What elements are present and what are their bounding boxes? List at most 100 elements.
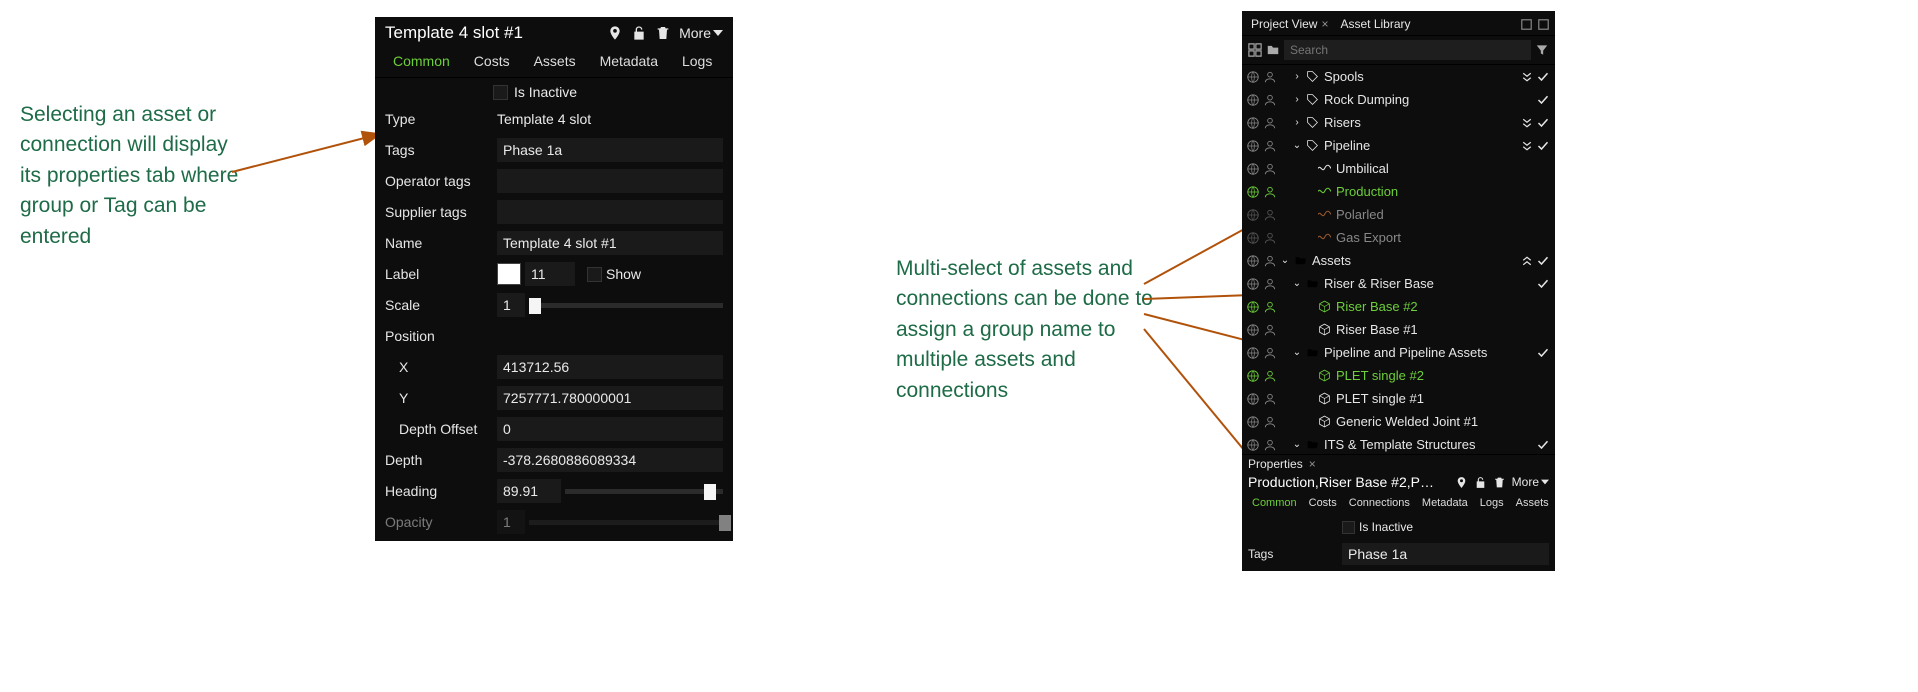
tree-row[interactable]: PLET single #1 [1242,387,1555,410]
properties-titlebar: Template 4 slot #1 More [375,17,733,47]
caret-down-icon [1541,478,1549,486]
detach-icon[interactable] [1538,19,1549,30]
tab-metadata[interactable]: Metadata [588,47,670,77]
hierarchy-icon[interactable] [1248,43,1262,57]
tab-connections[interactable]: Connections [1343,493,1416,513]
tree-item-label: Gas Export [1336,230,1401,245]
tree-row[interactable]: Production [1242,180,1555,203]
close-icon[interactable]: × [1309,457,1316,471]
globe-icon [1246,277,1260,291]
tab-asset-library[interactable]: Asset Library [1338,15,1414,33]
tags-input[interactable] [497,138,723,162]
globe-icon [1246,162,1260,176]
tab-assets[interactable]: Assets [1510,493,1555,513]
tab-common[interactable]: Common [1246,493,1303,513]
check-icon[interactable] [1537,94,1549,106]
x-input[interactable] [497,355,723,379]
tab-costs[interactable]: Costs [1303,493,1343,513]
check-icon[interactable] [1537,439,1549,451]
tree-row[interactable]: ⌄Pipeline and Pipeline Assets [1242,341,1555,364]
operator-tags-input[interactable] [497,169,723,193]
show-checkbox[interactable] [587,267,602,282]
heading-input[interactable] [497,479,561,503]
opacity-slider[interactable] [529,520,723,525]
check-icon[interactable] [1537,278,1549,290]
trash-icon[interactable] [1493,476,1506,489]
filter-icon[interactable] [1535,43,1549,57]
name-input[interactable] [497,231,723,255]
caret-right-icon[interactable]: › [1292,117,1302,128]
caret-right-icon[interactable]: › [1292,71,1302,82]
label-input[interactable] [525,262,575,286]
check-icon[interactable] [1537,255,1549,267]
cube-icon [1318,369,1332,382]
tab-assets[interactable]: Assets [522,47,588,77]
caret-down-icon[interactable]: ⌄ [1292,439,1302,450]
pin-icon[interactable] [1455,476,1468,489]
check-icon[interactable] [1537,347,1549,359]
tree-row[interactable]: ⌄Riser & Riser Base [1242,272,1555,295]
tree-row[interactable]: Generic Welded Joint #1 [1242,410,1555,433]
depth-input[interactable] [497,448,723,472]
tab-project-view[interactable]: Project View× [1248,15,1332,33]
check-icon[interactable] [1537,117,1549,129]
tags-input[interactable] [1342,543,1549,565]
unlock-icon[interactable] [631,25,647,41]
folder-icon [1294,254,1308,267]
label-color-swatch[interactable] [497,263,521,285]
caret-right-icon[interactable]: › [1292,94,1302,105]
tree-row[interactable]: ⌄ITS & Template Structures [1242,433,1555,455]
unlock-icon[interactable] [1474,476,1487,489]
scale-input[interactable] [497,293,525,317]
tab-costs[interactable]: Costs [462,47,522,77]
caret-down-icon[interactable]: ⌄ [1292,278,1302,289]
globe-icon [1246,231,1260,245]
opacity-input[interactable] [497,510,525,534]
tags-label: Tags [385,142,493,158]
scale-slider[interactable] [529,303,723,308]
supplier-tags-input[interactable] [497,200,723,224]
tree-row[interactable]: ›Spools [1242,65,1555,88]
tree-row[interactable]: Gas Export [1242,226,1555,249]
new-folder-icon[interactable] [1266,43,1280,57]
tags-label: Tags [1248,547,1338,561]
pin-icon[interactable] [607,25,623,41]
caret-down-icon[interactable]: ⌄ [1292,140,1302,151]
is-inactive-checkbox[interactable] [1342,521,1355,534]
more-menu[interactable]: More [1512,475,1549,489]
tree-row[interactable]: ⌄Assets [1242,249,1555,272]
tree-row[interactable]: Riser Base #1 [1242,318,1555,341]
trash-icon[interactable] [655,25,671,41]
tab-metadata[interactable]: Metadata [1416,493,1474,513]
tab-logs[interactable]: Logs [670,47,724,77]
tree-row[interactable]: Riser Base #2 [1242,295,1555,318]
maximize-icon[interactable] [1521,19,1532,30]
caret-down-icon[interactable]: ⌄ [1280,255,1290,266]
close-icon[interactable]: × [1321,17,1328,31]
chevron-double-down-icon[interactable] [1521,71,1533,83]
y-input[interactable] [497,386,723,410]
chevron-double-up-icon[interactable] [1521,255,1533,267]
globe-icon [1246,392,1260,406]
tree-row[interactable]: Umbilical [1242,157,1555,180]
tree-row[interactable]: ⌄Pipeline [1242,134,1555,157]
more-menu[interactable]: More [679,25,723,41]
heading-slider[interactable] [565,489,723,494]
tree-row[interactable]: Polarled [1242,203,1555,226]
check-icon[interactable] [1537,140,1549,152]
tab-logs[interactable]: Logs [1474,493,1510,513]
check-icon[interactable] [1537,71,1549,83]
tree-row[interactable]: PLET single #2 [1242,364,1555,387]
caret-down-icon[interactable]: ⌄ [1292,347,1302,358]
tree-row[interactable]: ›Risers [1242,111,1555,134]
search-input[interactable] [1284,40,1531,60]
chevron-double-down-icon[interactable] [1521,140,1533,152]
chevron-double-down-icon[interactable] [1521,117,1533,129]
properties-panel-tab[interactable]: Properties [1248,457,1303,471]
tab-common[interactable]: Common [381,47,462,77]
cube-icon [1318,415,1332,428]
depth-offset-input[interactable] [497,417,723,441]
position-label: Position [385,328,493,344]
tree-row[interactable]: ›Rock Dumping [1242,88,1555,111]
is-inactive-checkbox[interactable] [493,85,508,100]
